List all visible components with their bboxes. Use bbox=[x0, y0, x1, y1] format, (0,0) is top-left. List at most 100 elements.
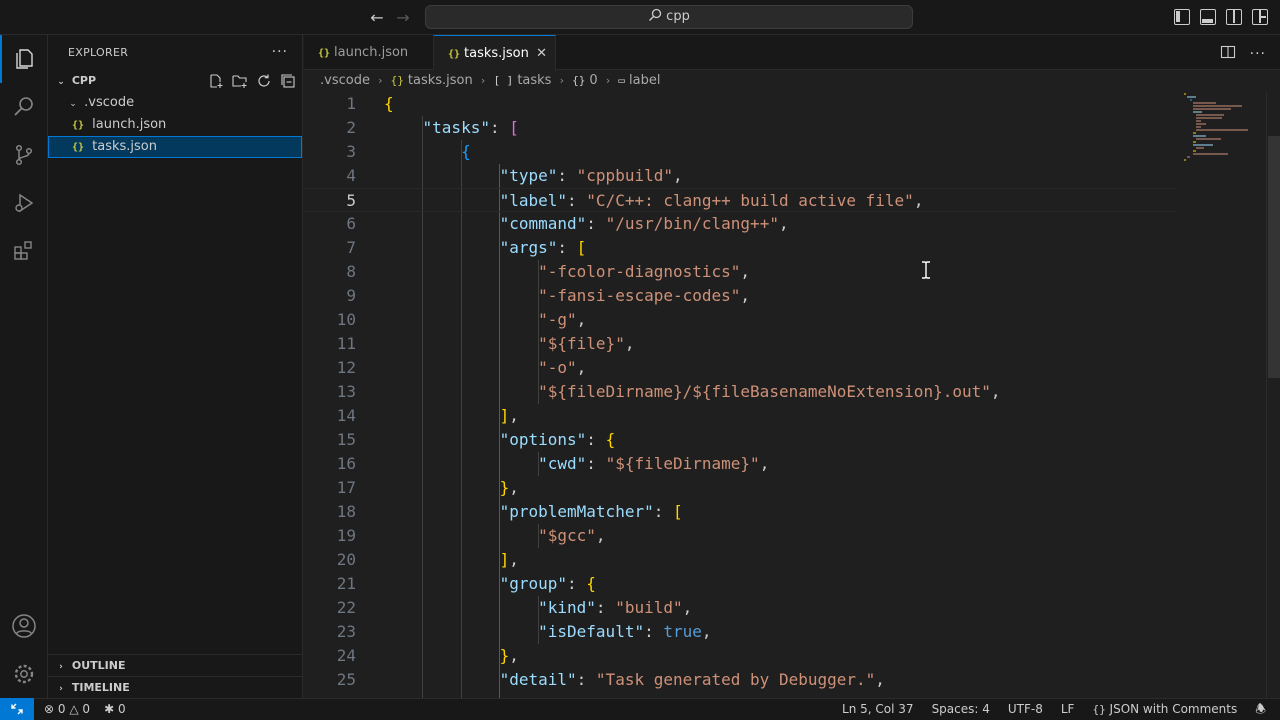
outline-section-header[interactable]: › OUTLINE bbox=[48, 654, 303, 676]
line-number: 13 bbox=[336, 382, 356, 401]
chevron-right-icon: › bbox=[559, 74, 564, 87]
refresh-icon[interactable] bbox=[256, 73, 272, 89]
tree-file-tasks-json[interactable]: {} tasks.json bbox=[48, 136, 302, 158]
search-icon bbox=[649, 8, 662, 21]
code-line: 16 "cwd": "${fileDirname}", bbox=[304, 452, 1176, 476]
command-center-search[interactable]: cpp bbox=[425, 5, 913, 29]
json-key: "label" bbox=[499, 191, 568, 210]
search-text: cpp bbox=[666, 9, 690, 24]
chevron-right-icon: › bbox=[378, 74, 383, 87]
line-number: 19 bbox=[336, 526, 356, 545]
toggle-panel-icon[interactable] bbox=[1200, 9, 1216, 25]
explorer-title: EXPLORER bbox=[68, 46, 129, 59]
extensions-icon[interactable] bbox=[0, 227, 48, 275]
line-number: 1 bbox=[346, 94, 356, 113]
tab-tasks-json[interactable]: {} tasks.json ✕ bbox=[434, 35, 556, 71]
scrollbar-thumb[interactable] bbox=[1268, 136, 1280, 378]
broadcast-icon: ✱ bbox=[104, 702, 115, 716]
json-key: "command" bbox=[499, 214, 587, 233]
language-mode[interactable]: {} JSON with Comments bbox=[1092, 699, 1237, 720]
ports-indicator[interactable]: ✱ 0 bbox=[104, 699, 126, 720]
json-key: "group" bbox=[499, 574, 568, 593]
indentation[interactable]: Spaces: 4 bbox=[932, 699, 990, 720]
back-arrow-icon[interactable]: ← bbox=[367, 8, 387, 28]
line-number: 18 bbox=[336, 502, 356, 521]
json-key: "detail" bbox=[499, 670, 577, 689]
breadcrumb-item[interactable]: label bbox=[629, 73, 660, 88]
json-file-icon: {} bbox=[72, 142, 85, 153]
tree-file-launch-json[interactable]: {} launch.json bbox=[48, 114, 302, 136]
code-line: 15 "options": { bbox=[304, 428, 1176, 452]
customize-layout-icon[interactable] bbox=[1252, 9, 1268, 25]
split-editor-icon[interactable] bbox=[1220, 44, 1236, 64]
explorer-icon[interactable] bbox=[0, 35, 48, 83]
folder-section-header[interactable]: ⌄ CPP bbox=[48, 70, 302, 92]
code-line: 3 { bbox=[304, 140, 1176, 164]
object-icon: {} bbox=[572, 74, 586, 87]
more-actions-icon[interactable]: ··· bbox=[272, 35, 288, 70]
toggle-secondary-sidebar-icon[interactable] bbox=[1226, 9, 1242, 25]
line-number: 14 bbox=[336, 406, 356, 425]
end-of-line[interactable]: LF bbox=[1061, 699, 1075, 720]
problems-indicator[interactable]: ⊗ 0 △ 0 bbox=[44, 699, 90, 720]
tab-launch-json[interactable]: {} launch.json bbox=[304, 35, 434, 70]
new-file-icon[interactable] bbox=[208, 73, 224, 89]
manage-gear-icon[interactable] bbox=[0, 650, 48, 698]
breadcrumb-item[interactable]: .vscode bbox=[320, 73, 370, 88]
cursor-position[interactable]: Ln 5, Col 37 bbox=[842, 699, 914, 720]
accounts-icon[interactable] bbox=[0, 602, 48, 650]
code-line: 9 "-fansi-escape-codes", bbox=[304, 284, 1176, 308]
chevron-right-icon: › bbox=[59, 662, 63, 672]
breadcrumb-item[interactable]: tasks bbox=[517, 73, 551, 88]
json-key: "cwd" bbox=[538, 454, 587, 473]
json-string: "-o" bbox=[538, 358, 577, 377]
json-string: "cppbuild" bbox=[576, 166, 673, 185]
explorer-sidebar: EXPLORER ··· ⌄ CPP ⌄ .vscode {} launch.j… bbox=[48, 35, 303, 700]
json-string: "${fileDirname}/${fileBasenameNoExtensio… bbox=[538, 382, 991, 401]
string-key-icon: ▭ bbox=[618, 74, 625, 87]
line-number: 2 bbox=[346, 118, 356, 137]
breadcrumb-item[interactable]: tasks.json bbox=[408, 73, 473, 88]
more-actions-icon[interactable]: ··· bbox=[1250, 46, 1266, 62]
editor-tabs: {} launch.json {} tasks.json ✕ ··· bbox=[304, 35, 1280, 71]
json-string: "-fansi-escape-codes" bbox=[538, 286, 741, 305]
code-line: 1{ bbox=[304, 92, 1176, 116]
toggle-primary-sidebar-icon[interactable] bbox=[1174, 9, 1190, 25]
code-line: 13 "${fileDirname}/${fileBasenameNoExten… bbox=[304, 380, 1176, 404]
chevron-down-icon: ⌄ bbox=[69, 99, 77, 109]
code-line: 25 "detail": "Task generated by Debugger… bbox=[304, 668, 1176, 692]
remote-indicator-icon[interactable] bbox=[0, 698, 34, 720]
json-key: "tasks" bbox=[422, 118, 490, 137]
code-line: 7 "args": [ bbox=[304, 236, 1176, 260]
json-file-icon: {} bbox=[72, 120, 85, 131]
code-line: 19 "$gcc", bbox=[304, 524, 1176, 548]
outline-label: OUTLINE bbox=[71, 659, 126, 672]
line-number: 7 bbox=[346, 238, 356, 257]
forward-arrow-icon[interactable]: → bbox=[393, 8, 413, 28]
notifications-bell-icon[interactable]: 🕭 bbox=[1255, 699, 1266, 720]
vertical-scrollbar[interactable] bbox=[1266, 92, 1280, 698]
json-file-icon: {} bbox=[390, 74, 404, 87]
new-folder-icon[interactable] bbox=[232, 73, 248, 89]
text-cursor-icon bbox=[922, 261, 930, 279]
chevron-right-icon: › bbox=[480, 74, 486, 87]
minimap[interactable] bbox=[1176, 92, 1266, 698]
run-and-debug-icon[interactable] bbox=[0, 179, 48, 227]
code-editor[interactable]: 1{ 2 "tasks": [ 3 { 4 "type": "cppbuild"… bbox=[304, 92, 1176, 698]
line-number: 8 bbox=[346, 262, 356, 281]
ports-count: 0 bbox=[117, 702, 126, 716]
json-string: "-fcolor-diagnostics" bbox=[538, 262, 741, 281]
collapse-all-icon[interactable] bbox=[280, 73, 296, 89]
breadcrumb-item[interactable]: 0 bbox=[589, 73, 597, 88]
explorer-header: EXPLORER ··· bbox=[48, 35, 302, 70]
line-number: 20 bbox=[336, 550, 356, 569]
timeline-section-header[interactable]: › TIMELINE bbox=[48, 676, 303, 698]
source-control-icon[interactable] bbox=[0, 131, 48, 179]
tree-folder-vscode[interactable]: ⌄ .vscode bbox=[48, 92, 302, 114]
tree-file-label: tasks.json bbox=[92, 139, 157, 154]
code-line: 22 "kind": "build", bbox=[304, 596, 1176, 620]
close-tab-icon[interactable]: ✕ bbox=[536, 36, 547, 71]
tab-label: tasks.json bbox=[464, 46, 529, 61]
encoding[interactable]: UTF-8 bbox=[1008, 699, 1043, 720]
search-icon[interactable] bbox=[0, 83, 48, 131]
